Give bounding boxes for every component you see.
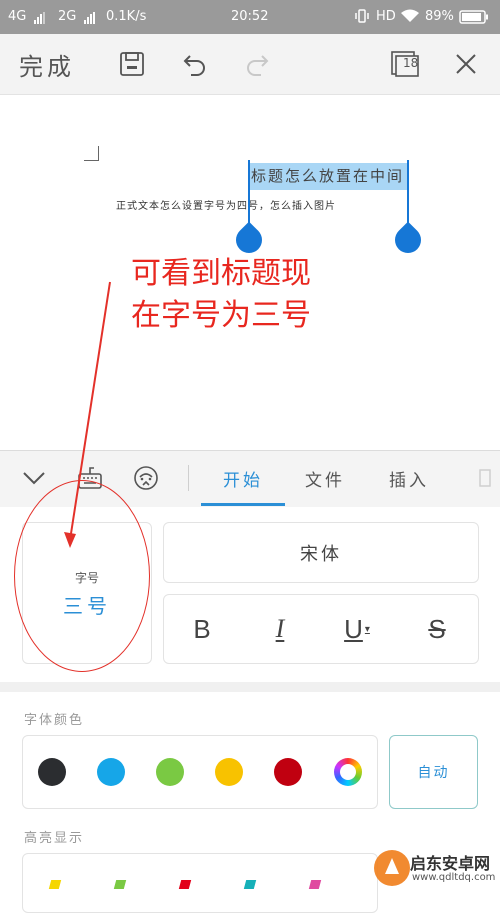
watermark-logo: 启东安卓网 www.qdltdq.com [372, 848, 500, 889]
watermark-url: www.qdltdq.com [412, 872, 496, 883]
annotation-arrow [64, 281, 111, 548]
watermark-name: 启东安卓网 [410, 854, 491, 873]
